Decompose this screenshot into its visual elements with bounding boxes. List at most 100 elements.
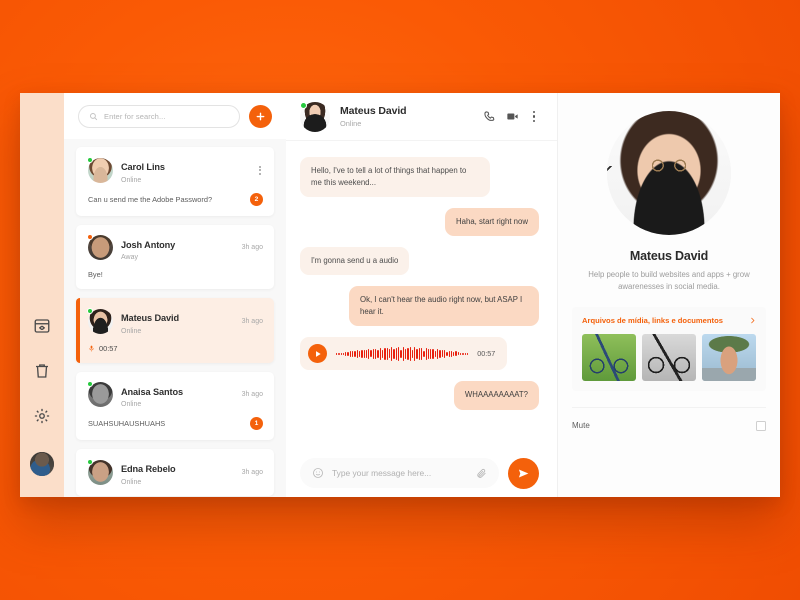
trash-icon[interactable] bbox=[33, 362, 51, 380]
unread-badge: 1 bbox=[250, 417, 263, 430]
message-bubble: WHAAAAAAAAT? bbox=[453, 381, 539, 410]
conversation-avatar bbox=[300, 101, 330, 132]
audio-play-button[interactable] bbox=[308, 344, 327, 364]
audio-waveform[interactable] bbox=[336, 346, 469, 362]
chat-item-status: Online bbox=[121, 327, 142, 335]
conversation-menu-button[interactable] bbox=[529, 109, 539, 124]
chat-item-status: Online bbox=[121, 401, 142, 408]
conversation-header: Mateus David Online bbox=[286, 93, 557, 141]
chat-item-avatar bbox=[87, 234, 113, 261]
plus-icon bbox=[256, 112, 265, 121]
call-button[interactable] bbox=[483, 110, 496, 123]
chat-item-name: Mateus David bbox=[121, 313, 180, 323]
chat-list-item[interactable]: Edna Rebelo Online 3h ago bbox=[76, 449, 274, 496]
chat-item-name: Carol Lins bbox=[121, 162, 165, 172]
chat-item-avatar bbox=[87, 156, 113, 183]
chevron-right-icon bbox=[751, 317, 755, 324]
archive-icon[interactable] bbox=[33, 317, 51, 335]
chat-list[interactable]: Carol Lins Online Can u send me the Adobe … bbox=[64, 139, 286, 497]
send-icon bbox=[518, 468, 529, 478]
media-header[interactable]: Arquivos de mídia, links e documentos bbox=[582, 316, 756, 325]
unread-badge: 2 bbox=[250, 192, 263, 206]
message-list: Hello, I've to tell a lot of things that… bbox=[286, 141, 557, 449]
conversation-panel: Mateus David Online Hello, I've to tell … bbox=[286, 93, 558, 497]
conversation-header-names: Mateus David Online bbox=[340, 105, 473, 128]
chat-item-name: Edna Rebelo bbox=[121, 464, 176, 474]
chat-item-preview: Can u send me the Adobe Password? bbox=[88, 194, 213, 204]
message-bubble: I'm gonna send u a audio bbox=[300, 247, 410, 276]
profile-panel: Mateus David Help people to build websit… bbox=[558, 93, 780, 497]
media-title: Arquivos de mídia, links e documentos bbox=[582, 315, 723, 325]
attachment-icon[interactable] bbox=[476, 468, 487, 479]
chat-item-time: 3h ago bbox=[241, 468, 263, 476]
message-bubble: Haha, start right now bbox=[445, 208, 539, 237]
conversation-status: Online bbox=[340, 119, 362, 128]
chat-list-item[interactable]: Carol Lins Online Can u send me the Adobe … bbox=[76, 147, 274, 216]
chat-item-avatar bbox=[87, 307, 113, 334]
send-button[interactable] bbox=[508, 457, 539, 489]
video-call-button[interactable] bbox=[506, 110, 519, 123]
chat-item-time: 3h ago bbox=[241, 391, 263, 399]
add-chat-button[interactable] bbox=[249, 105, 272, 128]
app-window: Carol Lins Online Can u send me the Adobe … bbox=[20, 93, 780, 497]
phone-icon bbox=[484, 111, 494, 121]
chat-item-status: Online bbox=[121, 478, 142, 486]
presence-dot bbox=[87, 156, 93, 163]
conversation-title: Mateus David bbox=[340, 105, 407, 117]
message-row: Ok, I can't hear the audio right now, bu… bbox=[300, 286, 539, 327]
chat-item-preview: SUAHSUHAUSHUAHS bbox=[88, 419, 166, 428]
mute-label: Mute bbox=[572, 421, 590, 431]
media-thumbnails bbox=[582, 333, 756, 381]
chat-item-name: Josh Antony bbox=[121, 239, 176, 250]
message-row: Haha, start right now bbox=[300, 208, 539, 237]
message-composer bbox=[286, 449, 557, 497]
chat-item-menu-button[interactable] bbox=[257, 164, 263, 177]
audio-duration: 00:57 bbox=[477, 349, 496, 359]
avatar[interactable] bbox=[30, 452, 54, 476]
profile-bio: Help people to build websites and apps +… bbox=[588, 270, 750, 292]
search-row bbox=[64, 93, 286, 139]
media-thumbnail[interactable] bbox=[702, 333, 756, 381]
chat-item-avatar bbox=[87, 381, 113, 408]
mute-row: Mute bbox=[572, 406, 766, 431]
presence-dot bbox=[300, 101, 307, 109]
video-icon bbox=[506, 113, 518, 120]
message-row: Hello, I've to tell a lot of things that… bbox=[300, 157, 539, 198]
chat-list-item[interactable]: Mateus David Online 3h ago 00:57 bbox=[76, 298, 274, 363]
presence-dot bbox=[87, 458, 93, 465]
profile-name: Mateus David bbox=[629, 249, 709, 263]
search-input[interactable] bbox=[104, 112, 229, 121]
chat-item-audio-duration: 00:57 bbox=[99, 343, 118, 353]
smiley-icon[interactable] bbox=[312, 467, 324, 479]
marker-pen bbox=[607, 111, 731, 235]
presence-dot bbox=[87, 307, 93, 314]
microphone-icon bbox=[89, 345, 94, 351]
audio-message[interactable]: 00:57 bbox=[300, 337, 508, 371]
chat-item-status: Away bbox=[121, 254, 138, 261]
search-field[interactable] bbox=[78, 105, 240, 128]
message-input[interactable] bbox=[332, 468, 468, 478]
message-row: 00:57 bbox=[300, 337, 539, 371]
chat-item-avatar bbox=[87, 458, 113, 485]
chat-list-item[interactable]: Anaisa Santos Online 3h ago SUAHSUHAUSHUAHS… bbox=[76, 371, 274, 440]
icon-rail bbox=[20, 93, 64, 497]
chat-item-status: Online bbox=[121, 176, 142, 184]
mute-checkbox[interactable] bbox=[756, 420, 766, 431]
composer-field[interactable] bbox=[300, 458, 499, 488]
message-bubble: Hello, I've to tell a lot of things that… bbox=[300, 157, 490, 198]
chat-list-item[interactable]: Josh Antony Away 3h ago Bye! bbox=[76, 224, 274, 289]
profile-avatar bbox=[607, 111, 731, 235]
chat-item-time: 3h ago bbox=[241, 317, 263, 325]
message-bubble: Ok, I can't hear the audio right now, bu… bbox=[349, 286, 539, 327]
message-row: I'm gonna send u a audio bbox=[300, 247, 539, 276]
chat-list-panel: Carol Lins Online Can u send me the Adobe … bbox=[64, 93, 286, 497]
media-thumbnail[interactable] bbox=[582, 333, 636, 381]
chat-item-name: Anaisa Santos bbox=[121, 386, 184, 397]
media-thumbnail[interactable] bbox=[642, 333, 696, 381]
search-icon bbox=[90, 113, 98, 121]
chat-item-preview: Bye! bbox=[88, 270, 103, 279]
chat-item-time: 3h ago bbox=[241, 244, 263, 252]
message-row: WHAAAAAAAAT? bbox=[300, 381, 539, 410]
chat-item-audio: 00:57 bbox=[88, 344, 118, 353]
gear-icon[interactable] bbox=[33, 407, 51, 425]
